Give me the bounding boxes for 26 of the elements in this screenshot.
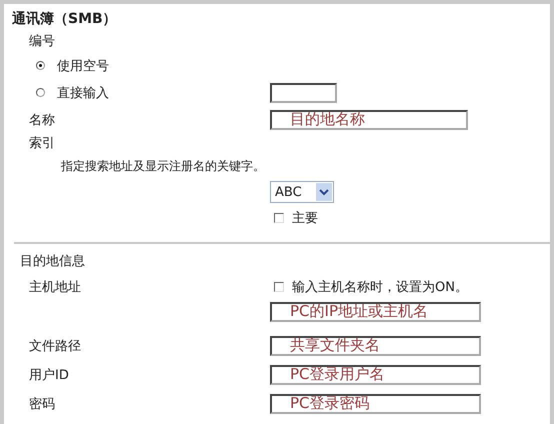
field-label: 用户ID: [29, 366, 69, 384]
radio-label: 直接输入: [57, 84, 109, 102]
radio-button[interactable]: [36, 61, 45, 70]
input-field[interactable]: PC的IP地址或主机名: [270, 302, 481, 322]
number-input-field[interactable]: [270, 82, 337, 102]
field-label: 文件路径: [29, 338, 81, 354]
field-label: 名称: [29, 112, 55, 128]
input-field[interactable]: PC登录用户名: [270, 364, 481, 384]
field-label: 密码: [29, 396, 55, 412]
field-label: 索引: [29, 135, 55, 152]
checkbox[interactable]: [274, 212, 284, 222]
field-label: 编号: [29, 33, 55, 50]
section-title: 通讯簿（SMB）: [12, 10, 118, 29]
field-label: 主机地址: [29, 279, 81, 296]
checkbox[interactable]: [274, 282, 284, 292]
checkbox-label: 输入主机名称时，设置为ON。: [292, 279, 468, 296]
caret-icon: [316, 183, 332, 201]
index-dropdown[interactable]: ABC: [270, 181, 334, 203]
checkbox-label: 主要: [292, 210, 318, 226]
input-field[interactable]: PC登录密码: [270, 394, 481, 414]
radio-label: 使用空号: [57, 58, 109, 74]
input-field[interactable]: 共享文件夹名: [270, 336, 481, 356]
input-field[interactable]: 目的地名称: [270, 110, 468, 130]
section-heading: 目的地信息: [20, 253, 85, 270]
hint-text: 指定搜索地址及显示注册名的关键字。: [61, 158, 265, 175]
radio-button[interactable]: [36, 88, 45, 97]
